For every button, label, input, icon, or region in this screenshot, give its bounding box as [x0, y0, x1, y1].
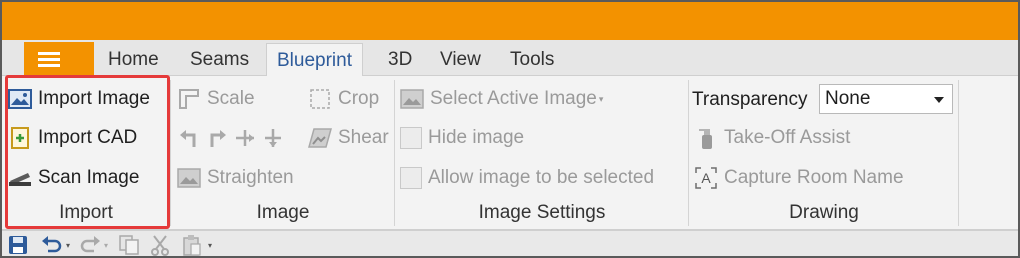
- redo-icon[interactable]: [78, 234, 102, 256]
- paste-icon[interactable]: [182, 234, 202, 256]
- hide-image-label: Hide image: [428, 127, 525, 148]
- group-divider: [958, 80, 959, 226]
- checkbox-icon: [400, 167, 422, 189]
- image-icon: [400, 87, 424, 111]
- rotate-tools: [177, 122, 285, 154]
- shear-icon: [308, 126, 332, 150]
- tab-blueprint[interactable]: Blueprint: [266, 43, 363, 77]
- transparency-label: Transparency: [692, 89, 808, 110]
- chevron-down-icon: [934, 97, 944, 103]
- undo-dropdown-icon[interactable]: ▾: [66, 234, 70, 256]
- copy-icon[interactable]: [118, 234, 140, 256]
- group-label-image: Image: [256, 202, 310, 223]
- shear-label: Shear: [338, 127, 389, 148]
- group-label-drawing: Drawing: [789, 202, 859, 223]
- svg-text:A: A: [701, 170, 711, 186]
- hamburger-menu-icon[interactable]: [24, 42, 94, 76]
- take-off-assist-label: Take-Off Assist: [724, 127, 851, 148]
- ribbon-tab-bar: Home Seams Blueprint 3D View Tools: [2, 40, 1018, 77]
- scan-image-label: Scan Image: [38, 167, 140, 188]
- straighten-button[interactable]: Straighten: [177, 162, 294, 194]
- spray-bottle-icon: [694, 126, 718, 150]
- app-window: Home Seams Blueprint 3D View Tools Impor…: [0, 0, 1020, 258]
- title-bar: [2, 2, 1018, 40]
- straighten-icon: [177, 166, 201, 190]
- tab-view[interactable]: View: [430, 43, 491, 77]
- allow-image-selected-checkbox[interactable]: Allow image to be selected: [400, 162, 654, 194]
- scan-image-button[interactable]: Scan Image: [8, 162, 139, 194]
- flip-vertical-icon[interactable]: [261, 126, 285, 150]
- quick-access-toolbar: ▾ ▾ ▾: [2, 230, 1018, 256]
- customize-toolbar-icon[interactable]: ▾: [208, 234, 212, 256]
- crop-button[interactable]: Crop: [308, 83, 379, 115]
- allow-image-selected-label: Allow image to be selected: [428, 167, 655, 188]
- transparency-control: Transparency: [692, 84, 807, 116]
- text-capture-icon: A: [694, 166, 718, 190]
- group-label-import: Import: [59, 202, 113, 223]
- ribbon-panel: Import Image Import CAD Scan Image Impor…: [2, 76, 1018, 230]
- ruler-icon: [177, 87, 201, 111]
- cad-file-icon: [8, 126, 32, 150]
- scale-label: Scale: [207, 88, 255, 109]
- import-image-label: Import Image: [38, 88, 150, 109]
- cut-icon[interactable]: [150, 234, 170, 256]
- select-active-image-button[interactable]: Select Active Image ▾: [400, 83, 603, 115]
- scanner-icon: [8, 166, 32, 190]
- tab-tools[interactable]: Tools: [500, 43, 564, 77]
- checkbox-icon: [400, 127, 422, 149]
- transparency-value: None: [825, 88, 871, 109]
- crop-icon: [308, 87, 332, 111]
- flip-horizontal-icon[interactable]: [233, 126, 257, 150]
- group-divider: [170, 80, 171, 226]
- import-image-button[interactable]: Import Image: [8, 83, 150, 115]
- tab-home[interactable]: Home: [98, 43, 169, 77]
- group-label-image-settings: Image Settings: [478, 202, 606, 223]
- save-icon[interactable]: [8, 234, 28, 256]
- select-active-image-label: Select Active Image: [430, 88, 597, 109]
- take-off-assist-button[interactable]: Take-Off Assist: [694, 122, 850, 154]
- import-cad-label: Import CAD: [38, 127, 138, 148]
- rotate-left-icon[interactable]: [177, 126, 201, 150]
- import-cad-button[interactable]: Import CAD: [8, 122, 137, 154]
- image-icon: [8, 87, 32, 111]
- capture-room-name-label: Capture Room Name: [724, 167, 904, 188]
- undo-icon[interactable]: [40, 234, 64, 256]
- shear-button[interactable]: Shear: [308, 122, 389, 154]
- dropdown-arrow-icon: ▾: [598, 93, 604, 104]
- group-divider: [394, 80, 395, 226]
- tab-3d[interactable]: 3D: [378, 43, 422, 77]
- straighten-label: Straighten: [207, 167, 294, 188]
- scale-button[interactable]: Scale: [177, 83, 255, 115]
- crop-label: Crop: [338, 88, 380, 109]
- tab-seams[interactable]: Seams: [180, 43, 259, 77]
- capture-room-name-button[interactable]: A Capture Room Name: [694, 162, 904, 194]
- rotate-right-icon[interactable]: [205, 126, 229, 150]
- group-divider: [688, 80, 689, 226]
- hide-image-checkbox[interactable]: Hide image: [400, 122, 524, 154]
- transparency-select[interactable]: None: [819, 84, 953, 114]
- redo-dropdown-icon[interactable]: ▾: [104, 234, 108, 256]
